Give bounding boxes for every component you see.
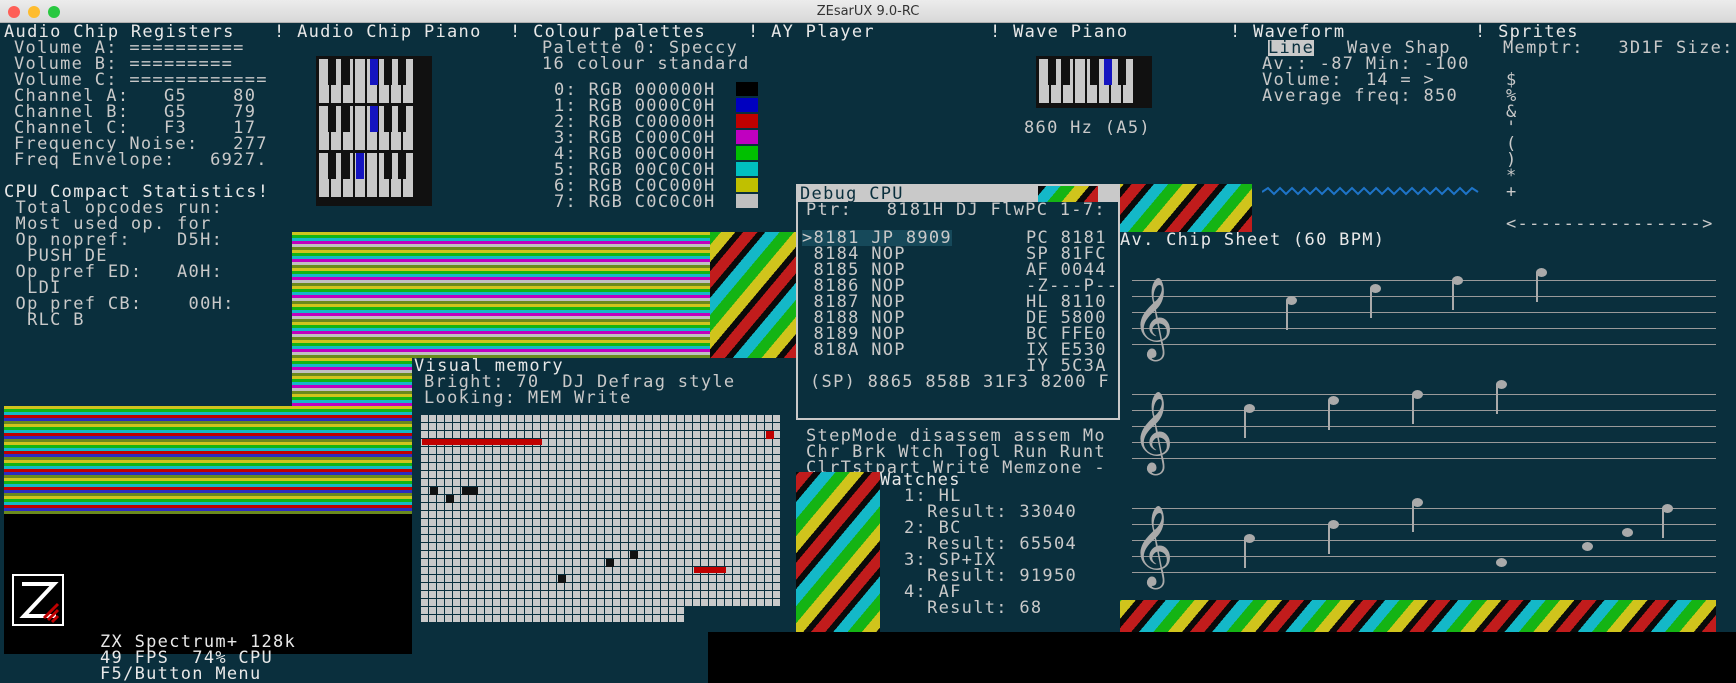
debug-cpu-window[interactable]: Debug CPU Ptr: 8181H DJ FlwPC 1-7: >8181… bbox=[796, 184, 1120, 420]
memory-cell-active bbox=[446, 495, 454, 503]
palette-subtitle: 16 colour standard bbox=[542, 54, 750, 74]
wave-piano-frequency: 860 Hz (A5) bbox=[1024, 118, 1151, 138]
wave-piano-row bbox=[1039, 59, 1149, 103]
menu-wave-piano[interactable]: ! Wave Piano bbox=[990, 24, 1128, 41]
stripe-decoration bbox=[1120, 184, 1252, 232]
memory-cell-written bbox=[766, 431, 774, 439]
palette-swatch bbox=[736, 114, 758, 128]
sprite-glyph: + bbox=[1506, 182, 1518, 202]
stripe-decoration bbox=[796, 472, 880, 654]
palette-swatch bbox=[736, 194, 758, 208]
visual-memory-grid-tail bbox=[420, 606, 684, 622]
treble-clef-icon: 𝄞 bbox=[1132, 276, 1175, 358]
memory-cell-active bbox=[430, 487, 438, 495]
stripe-decoration bbox=[710, 232, 798, 358]
sprites-memptr: Memptr: 3D1F Size: bbox=[1503, 38, 1734, 58]
stack-line: (SP) 8865 858B 31F3 8200 F bbox=[810, 372, 1110, 392]
palette-swatch bbox=[736, 82, 758, 96]
piano-row-b bbox=[319, 106, 429, 150]
stripe-decoration bbox=[1120, 600, 1716, 632]
visual-memory-window[interactable]: Visual memory Bright: 70 DJ Defrag style… bbox=[412, 358, 784, 654]
menu-audio-chip-piano[interactable]: ! Audio Chip Piano bbox=[274, 24, 482, 41]
treble-clef-icon: 𝄞 bbox=[1132, 390, 1175, 472]
waveform-trace bbox=[1262, 186, 1479, 196]
palette-entry: 7: RGB C0C0C0H bbox=[554, 192, 716, 212]
memory-cell-active bbox=[630, 551, 638, 559]
chip-sheet-title: Av. Chip Sheet (60 BPM) bbox=[1120, 230, 1386, 250]
memory-cell-active bbox=[606, 559, 614, 567]
cpu-stats-line: RLC B bbox=[4, 310, 85, 330]
memory-cell-active bbox=[462, 487, 478, 495]
palette-swatch bbox=[736, 178, 758, 192]
piano-row-a bbox=[319, 59, 429, 103]
menu-ay-player[interactable]: ! AY Player bbox=[748, 24, 875, 41]
menu-hint: F5/Button Menu bbox=[100, 664, 262, 683]
freq-envelope: Freq Envelope: 6927. bbox=[14, 150, 268, 170]
visual-memory-looking: Looking: MEM Write bbox=[424, 388, 632, 408]
zesarux-logo bbox=[12, 574, 64, 626]
watch-result: Result: 68 bbox=[904, 598, 1043, 618]
memory-cell-written bbox=[422, 439, 542, 445]
piano-row-c bbox=[319, 153, 429, 197]
memory-cell-active bbox=[558, 575, 566, 583]
sprites-scrollbar[interactable]: <----------------> bbox=[1506, 216, 1714, 233]
waveform-avg-freq: Average freq: 850 bbox=[1262, 86, 1459, 106]
window-title: ZEsarUX 9.0-RC bbox=[816, 4, 920, 19]
debug-pointer[interactable]: Ptr: 8181H DJ FlwPC 1-7: bbox=[806, 202, 1106, 219]
audio-chip-piano[interactable] bbox=[316, 56, 432, 206]
border-colour-bars-lower bbox=[4, 406, 412, 514]
palette-swatch bbox=[736, 98, 758, 112]
bottom-paper bbox=[708, 632, 1736, 683]
window-titlebar: ZEsarUX 9.0-RC bbox=[0, 0, 1736, 23]
wave-piano[interactable] bbox=[1036, 56, 1152, 108]
emulator-screen[interactable]: Audio Chip Registers ! Audio Chip Piano … bbox=[0, 24, 1736, 683]
treble-clef-icon: 𝄞 bbox=[1132, 504, 1175, 586]
palette-swatch bbox=[736, 146, 758, 160]
palette-swatch bbox=[736, 130, 758, 144]
palette-swatch bbox=[736, 162, 758, 176]
disassembly-line[interactable]: 818A NOP bbox=[802, 342, 906, 359]
memory-cell-written bbox=[694, 567, 726, 573]
